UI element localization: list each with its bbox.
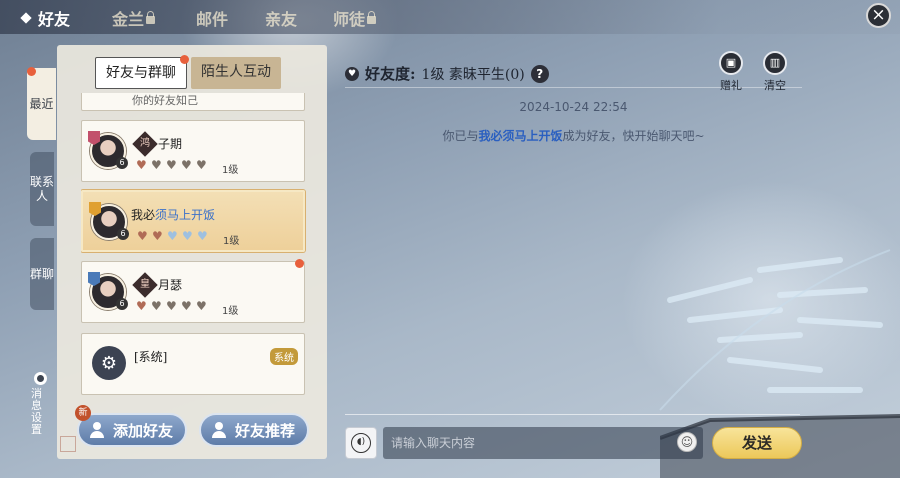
gear-icon: ⚙ — [92, 346, 126, 380]
level-badge: 6 — [116, 157, 128, 169]
heart-icon: ♥ — [196, 158, 207, 172]
system-name: [系统] — [134, 350, 168, 364]
heart-icon: ♥ — [136, 299, 147, 313]
message-settings-button[interactable]: 消息设置 — [31, 372, 49, 458]
voice-button[interactable]: ◖) — [345, 427, 377, 459]
voice-icon: ◖) — [351, 433, 371, 453]
friend-name: 子期 — [158, 137, 183, 151]
friend-recommend-button[interactable]: 好友推荐 — [199, 413, 309, 447]
lock-icon — [367, 11, 377, 24]
side-tab-contacts[interactable]: 联系人 — [30, 152, 54, 226]
tab-mentor[interactable]: 师徒 — [333, 6, 377, 30]
heart-icon: ♥ — [181, 299, 192, 313]
level-badge: 6 — [117, 228, 129, 240]
friend-name-link[interactable]: 我必须马上开饭 — [478, 129, 562, 143]
heart-icon: ♥ — [167, 229, 178, 243]
seal-stamp — [60, 436, 76, 452]
heart-icon: ♥ — [166, 158, 177, 172]
friend-name: 月瑟 — [158, 278, 183, 292]
tab-friends[interactable]: 好友 — [20, 6, 70, 30]
friend-list-panel: 好友与群聊 陌生人互动 你的好友知己 6 鸿 子期 ♥ ♥ ♥ ♥ ♥ 1级 6… — [57, 45, 327, 459]
sub-tab-bar: 好友与群聊 陌生人互动 — [95, 55, 281, 89]
bamboo-decoration — [659, 249, 891, 411]
list-item[interactable]: 你的好友知己 — [81, 93, 305, 111]
friendship-level: 1级 — [222, 306, 239, 317]
tab-mail[interactable]: 邮件 — [196, 6, 228, 30]
list-item[interactable]: 6 皇 月瑟 ♥ ♥ ♥ ♥ ♥ 1级 — [81, 261, 305, 323]
side-tab-groups[interactable]: 群聊 — [30, 238, 54, 310]
heart-icon: ♥ — [182, 229, 193, 243]
heart-icon: ♥ — [152, 229, 163, 243]
list-item[interactable]: 6 鸿 子期 ♥ ♥ ♥ ♥ ♥ 1级 — [81, 120, 305, 182]
heart-icon: ♥ — [345, 66, 359, 81]
gift-icon: ▣ — [719, 51, 743, 75]
heart-icon: ♥ — [197, 229, 208, 243]
friend-name: 我必须马上开饭 — [131, 208, 216, 222]
notification-dot — [27, 67, 36, 76]
tab-stranger-interaction[interactable]: 陌生人互动 — [191, 57, 281, 89]
tab-friends-and-groups[interactable]: 好友与群聊 — [95, 55, 189, 89]
tab-sworn[interactable]: 金兰 — [112, 6, 156, 30]
help-icon[interactable]: ? — [530, 64, 549, 83]
heart-icon: ♥ — [136, 158, 147, 172]
list-item-system[interactable]: ⚙ [系统] 系统 — [81, 333, 305, 395]
intimacy-hearts: ♥ ♥ ♥ ♥ ♥ — [137, 229, 209, 243]
heart-icon: ♥ — [181, 158, 192, 172]
tab-relatives[interactable]: 亲友 — [265, 6, 297, 30]
divider — [345, 414, 800, 415]
system-badge: 系统 — [270, 348, 298, 365]
add-user-icon — [211, 422, 229, 438]
heart-icon: ♥ — [151, 299, 162, 313]
trash-icon: ▥ — [763, 51, 787, 75]
heart-icon: ♥ — [137, 229, 148, 243]
level-badge: 6 — [116, 298, 128, 310]
intimacy-hearts: ♥ ♥ ♥ ♥ ♥ — [136, 299, 208, 313]
list-item-selected[interactable]: 6 我必须马上开饭 ♥ ♥ ♥ ♥ ♥ 1级 — [81, 190, 305, 252]
friendship-level: 1级 — [223, 236, 240, 247]
top-tab-bar: 好友 金兰 邮件 亲友 师徒 — [0, 0, 900, 34]
notification-dot — [295, 259, 304, 268]
friendship-level: 1级 — [222, 165, 239, 176]
intimacy-hearts: ♥ ♥ ♥ ♥ ♥ — [136, 158, 208, 172]
clear-button[interactable]: ▥ 清空 — [760, 51, 790, 93]
notification-dot — [180, 55, 189, 64]
gear-icon — [33, 372, 47, 385]
diamond-icon — [20, 12, 32, 24]
gift-button[interactable]: ▣ 赠礼 — [716, 51, 746, 93]
add-friend-button[interactable]: 添加好友 — [77, 413, 187, 447]
side-tab-recent[interactable]: 最近 — [27, 68, 56, 140]
send-button[interactable]: 发送 — [712, 427, 802, 459]
lock-icon — [146, 11, 156, 24]
emoji-icon[interactable]: ☺ — [677, 432, 697, 452]
heart-icon: ♥ — [196, 299, 207, 313]
system-message: 你已与我必须马上开饭成为好友，快开始聊天吧~ — [442, 129, 705, 143]
friends-screen: 好友 金兰 邮件 亲友 师徒 × 最近 联系人 群聊 消息设置 好友与群聊 陌生… — [0, 0, 900, 478]
chat-input[interactable] — [383, 427, 703, 459]
close-icon[interactable]: × — [866, 3, 891, 28]
add-user-icon — [89, 422, 107, 438]
heart-icon: ♥ — [151, 158, 162, 172]
message-timestamp: 2024-10-24 22:54 — [519, 100, 628, 114]
heart-icon: ♥ — [166, 299, 177, 313]
new-badge: 新 — [75, 405, 91, 421]
conversation-list[interactable]: 你的好友知己 6 鸿 子期 ♥ ♥ ♥ ♥ ♥ 1级 6 我必须马上开饭 ♥ ♥… — [81, 93, 307, 397]
